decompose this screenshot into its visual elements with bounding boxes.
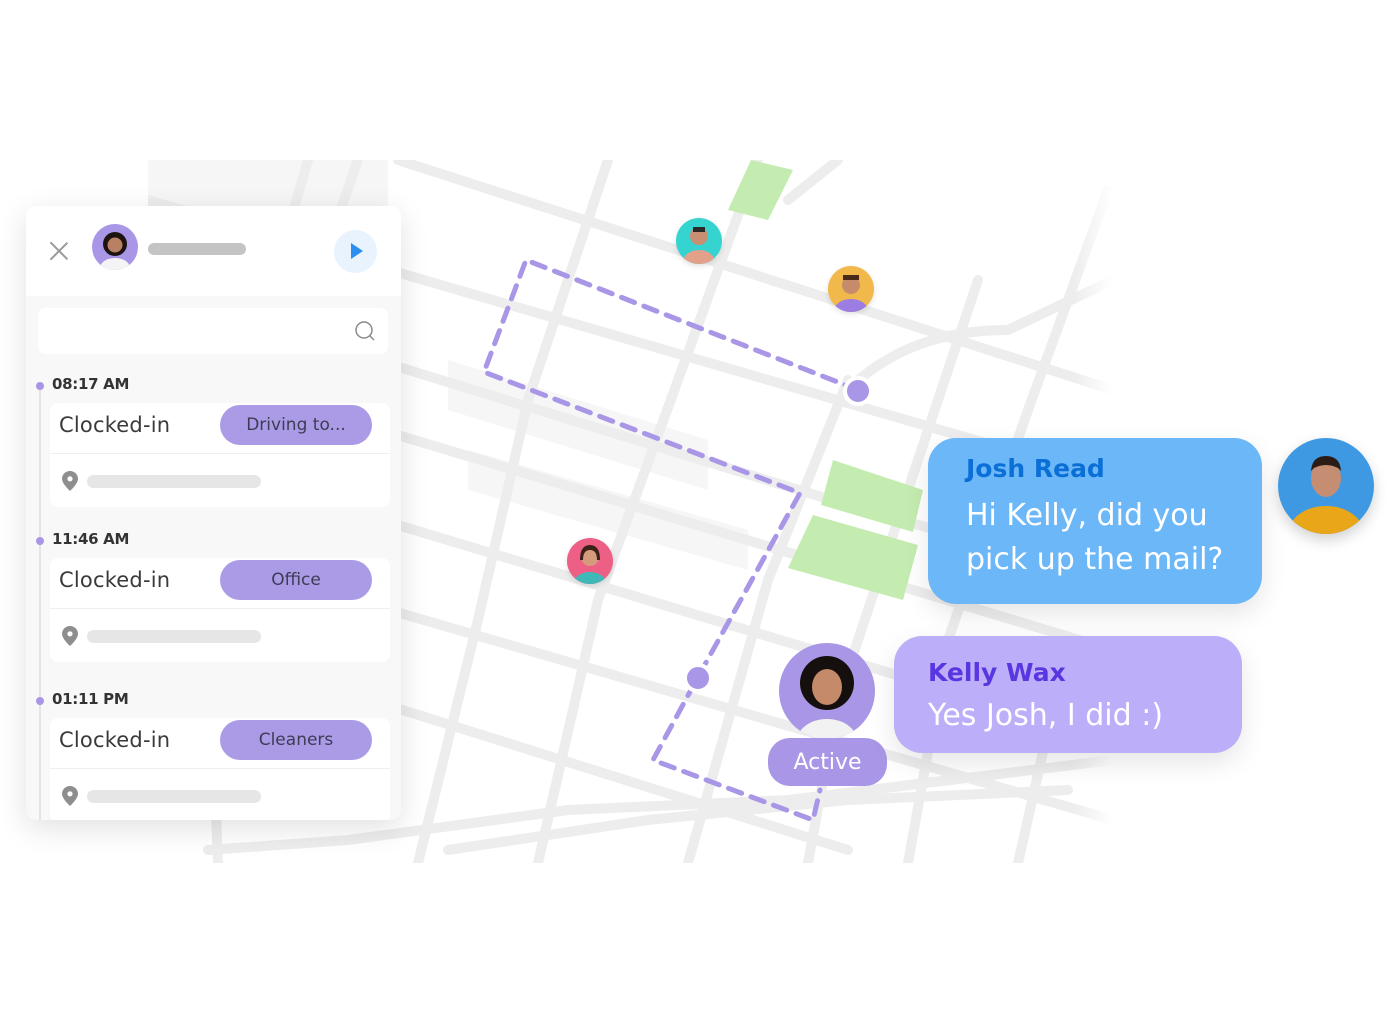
timeline-dot bbox=[36, 697, 44, 705]
entry-card[interactable]: Clocked-in Cleaners bbox=[50, 718, 390, 820]
entry-status: Clocked-in bbox=[59, 413, 171, 437]
address-placeholder bbox=[87, 790, 261, 803]
divider bbox=[50, 608, 390, 609]
user-name-placeholder bbox=[148, 243, 246, 255]
address-placeholder bbox=[87, 630, 261, 643]
person-icon bbox=[100, 232, 130, 270]
kelly-avatar[interactable] bbox=[779, 643, 875, 739]
person-icon bbox=[797, 656, 857, 739]
person-icon bbox=[834, 275, 868, 312]
route-waypoint[interactable] bbox=[843, 376, 873, 406]
location-chip[interactable]: Office bbox=[220, 560, 372, 600]
close-icon[interactable] bbox=[48, 239, 70, 261]
entry-card[interactable]: Clocked-in Office bbox=[50, 558, 390, 662]
sender-name: Kelly Wax bbox=[928, 658, 1066, 687]
entry-time: 08:17 AM bbox=[52, 375, 130, 393]
divider bbox=[50, 453, 390, 454]
chat-bubble-kelly: Kelly Wax Yes Josh, I did :) bbox=[894, 636, 1242, 753]
sender-name: Josh Read bbox=[966, 454, 1105, 483]
location-pin-icon bbox=[62, 626, 78, 646]
search-icon[interactable] bbox=[354, 320, 376, 342]
park-area bbox=[728, 160, 793, 220]
timeline-line bbox=[39, 384, 41, 820]
timeline-dot bbox=[36, 382, 44, 390]
route-waypoint[interactable] bbox=[683, 663, 713, 693]
park-area bbox=[821, 460, 923, 532]
message-line: Yes Josh, I did :) bbox=[928, 698, 1164, 733]
location-chip[interactable]: Driving to... bbox=[220, 405, 372, 445]
team-member-avatar[interactable] bbox=[676, 218, 722, 264]
timeline-dot bbox=[36, 537, 44, 545]
team-member-avatar[interactable] bbox=[567, 538, 613, 584]
divider bbox=[50, 768, 390, 769]
play-button[interactable] bbox=[334, 230, 377, 273]
team-member-avatar[interactable] bbox=[828, 266, 874, 312]
entry-time: 11:46 AM bbox=[52, 530, 130, 548]
entry-card[interactable]: Clocked-in Driving to... bbox=[50, 403, 390, 507]
status-badge: Active bbox=[768, 738, 887, 786]
location-pin-icon bbox=[62, 786, 78, 806]
entry-status: Clocked-in bbox=[59, 728, 171, 752]
josh-avatar[interactable] bbox=[1278, 438, 1374, 534]
address-placeholder bbox=[87, 475, 261, 488]
location-chip[interactable]: Cleaners bbox=[220, 720, 372, 760]
entry-status: Clocked-in bbox=[59, 568, 171, 592]
panel-header bbox=[26, 206, 401, 296]
location-pin-icon bbox=[62, 471, 78, 491]
user-avatar[interactable] bbox=[92, 224, 138, 270]
message-line: pick up the mail? bbox=[966, 542, 1224, 577]
person-icon bbox=[574, 545, 606, 584]
search-input[interactable] bbox=[38, 308, 388, 354]
person-icon bbox=[683, 227, 715, 264]
timesheet-panel: 08:17 AM Clocked-in Driving to... 11:46 … bbox=[26, 206, 401, 820]
message-line: Hi Kelly, did you bbox=[966, 498, 1208, 533]
person-icon bbox=[1278, 438, 1374, 534]
entry-time: 01:11 PM bbox=[52, 690, 129, 708]
chat-bubble-josh: Josh Read Hi Kelly, did you pick up the … bbox=[928, 438, 1262, 604]
